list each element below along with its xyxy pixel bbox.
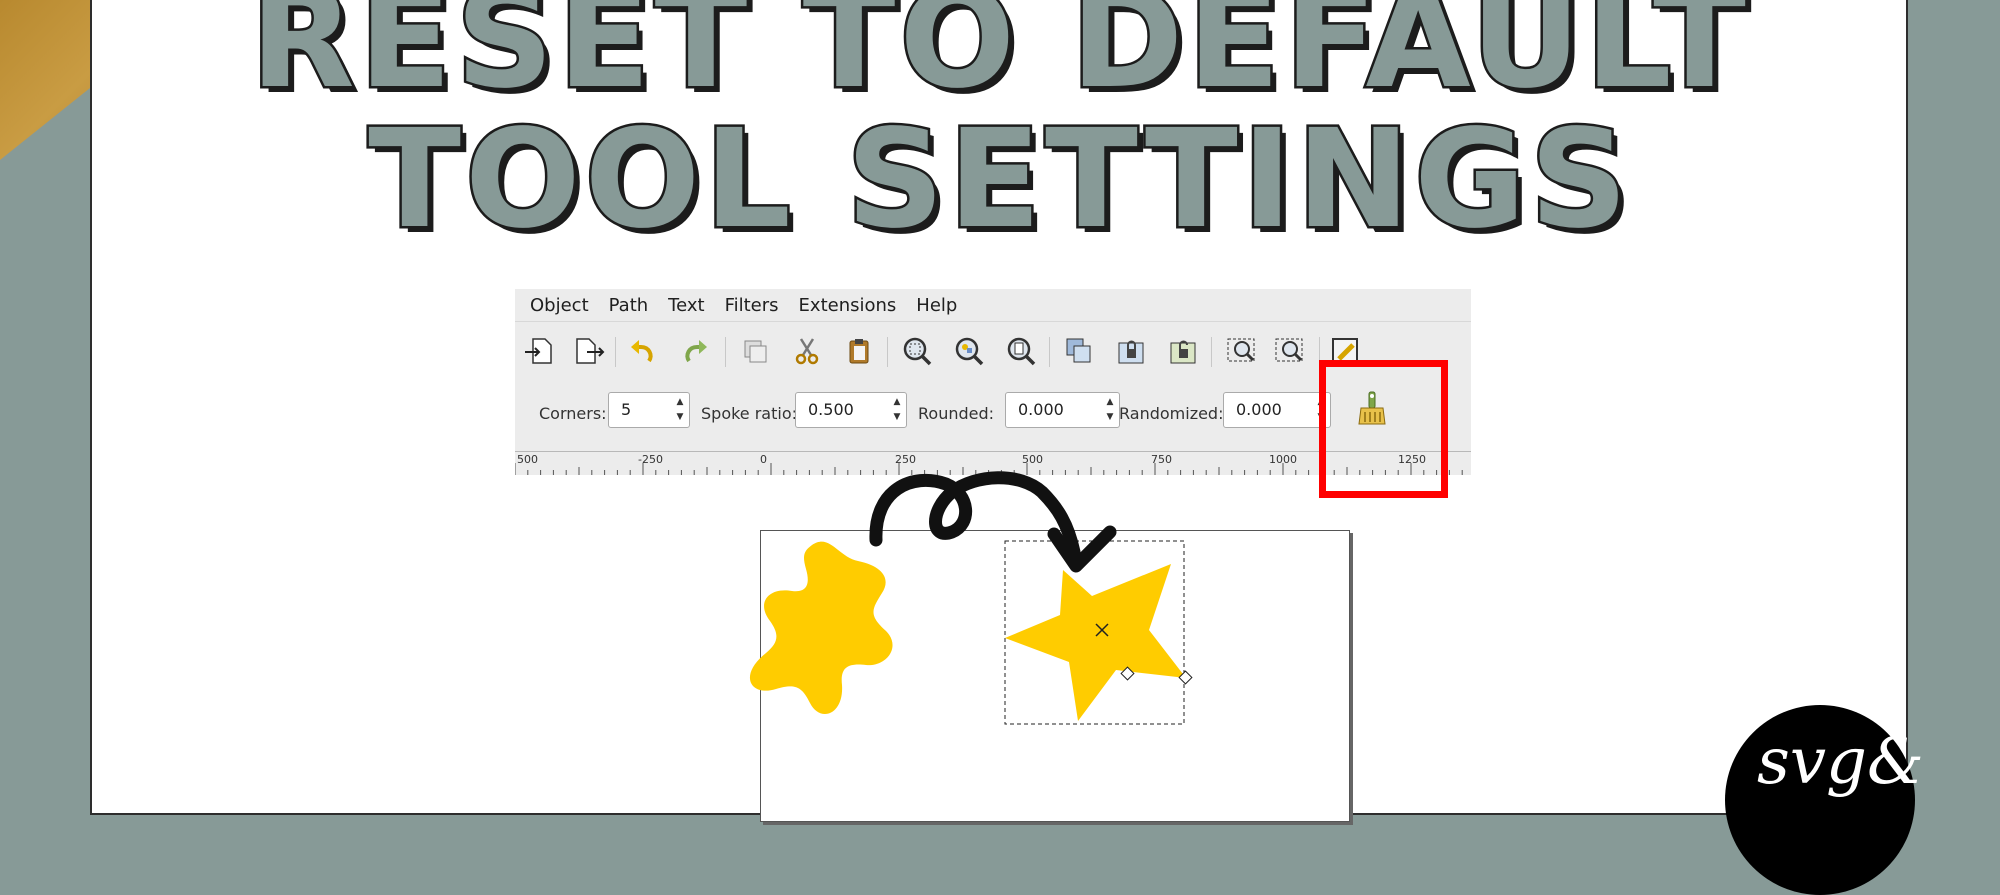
randomized-label: Randomized:: [1119, 404, 1224, 423]
menu-help[interactable]: Help: [916, 295, 957, 316]
copy-icon[interactable]: [737, 333, 773, 369]
rounded-value: 0.000: [1018, 400, 1064, 419]
spoke-ratio-label: Spoke ratio:: [701, 404, 798, 423]
highlight-box: [1319, 360, 1448, 498]
toolbar-separator: [615, 337, 616, 367]
ruler-label: 750: [1151, 453, 1172, 466]
cut-icon[interactable]: [789, 333, 825, 369]
corners-label: Corners:: [539, 404, 607, 423]
spoke-ratio-spin-arrows[interactable]: ▲ ▼: [890, 395, 904, 425]
zoom-in-icon[interactable]: [1225, 333, 1261, 369]
group-icon[interactable]: [1113, 333, 1149, 369]
zoom-out-icon[interactable]: [1273, 333, 1309, 369]
menubar: Object Path Text Filters Extensions Help: [515, 289, 1471, 322]
rounded-spinbox[interactable]: 0.000 ▲ ▼: [1005, 392, 1120, 428]
corners-spinbox[interactable]: 5 ▲ ▼: [608, 392, 690, 428]
toolbar-separator: [725, 337, 726, 367]
toolbar-separator: [1049, 337, 1050, 367]
randomized-value: 0.000: [1236, 400, 1282, 419]
sharp-star-shape[interactable]: [1005, 564, 1186, 721]
paste-icon[interactable]: [841, 333, 877, 369]
zoom-drawing-icon[interactable]: [951, 333, 987, 369]
corners-spin-arrows[interactable]: ▲ ▼: [673, 395, 687, 425]
export-icon[interactable]: [571, 333, 607, 369]
menu-extensions[interactable]: Extensions: [799, 295, 897, 316]
curly-arrow: [869, 471, 1117, 573]
corners-value: 5: [621, 400, 632, 419]
ungroup-icon[interactable]: [1165, 333, 1201, 369]
spoke-ratio-spinbox[interactable]: 0.500 ▲ ▼: [795, 392, 907, 428]
menu-object[interactable]: Object: [530, 295, 589, 316]
spoke-ratio-value: 0.500: [808, 400, 854, 419]
redo-icon[interactable]: [677, 333, 713, 369]
brand-logo: svg&: [1725, 705, 1924, 895]
menu-filters[interactable]: Filters: [725, 295, 779, 316]
ruler-label: 500: [517, 453, 538, 466]
title-line-1: RESET TO DEFAULT: [248, 0, 1750, 119]
ruler-label: 1000: [1269, 453, 1297, 466]
import-icon[interactable]: [521, 333, 557, 369]
ruler-label: -250: [638, 453, 663, 466]
menu-path[interactable]: Path: [609, 295, 649, 316]
zoom-page-icon[interactable]: [1003, 333, 1039, 369]
title-line-2: TOOL SETTINGS: [366, 101, 1632, 259]
zoom-selection-icon[interactable]: [899, 333, 935, 369]
toolbar-separator: [887, 337, 888, 367]
ruler-label: 0: [760, 453, 767, 466]
rounded-spin-arrows[interactable]: ▲ ▼: [1103, 395, 1117, 425]
menu-text[interactable]: Text: [668, 295, 704, 316]
toolbar-separator: [1211, 337, 1212, 367]
rounded-label: Rounded:: [918, 404, 995, 423]
undo-icon[interactable]: [625, 333, 661, 369]
randomized-spinbox[interactable]: 0.000 ▲ ▼: [1223, 392, 1331, 428]
logo-text: svg&: [1757, 725, 1924, 799]
duplicate-icon[interactable]: [1061, 333, 1097, 369]
